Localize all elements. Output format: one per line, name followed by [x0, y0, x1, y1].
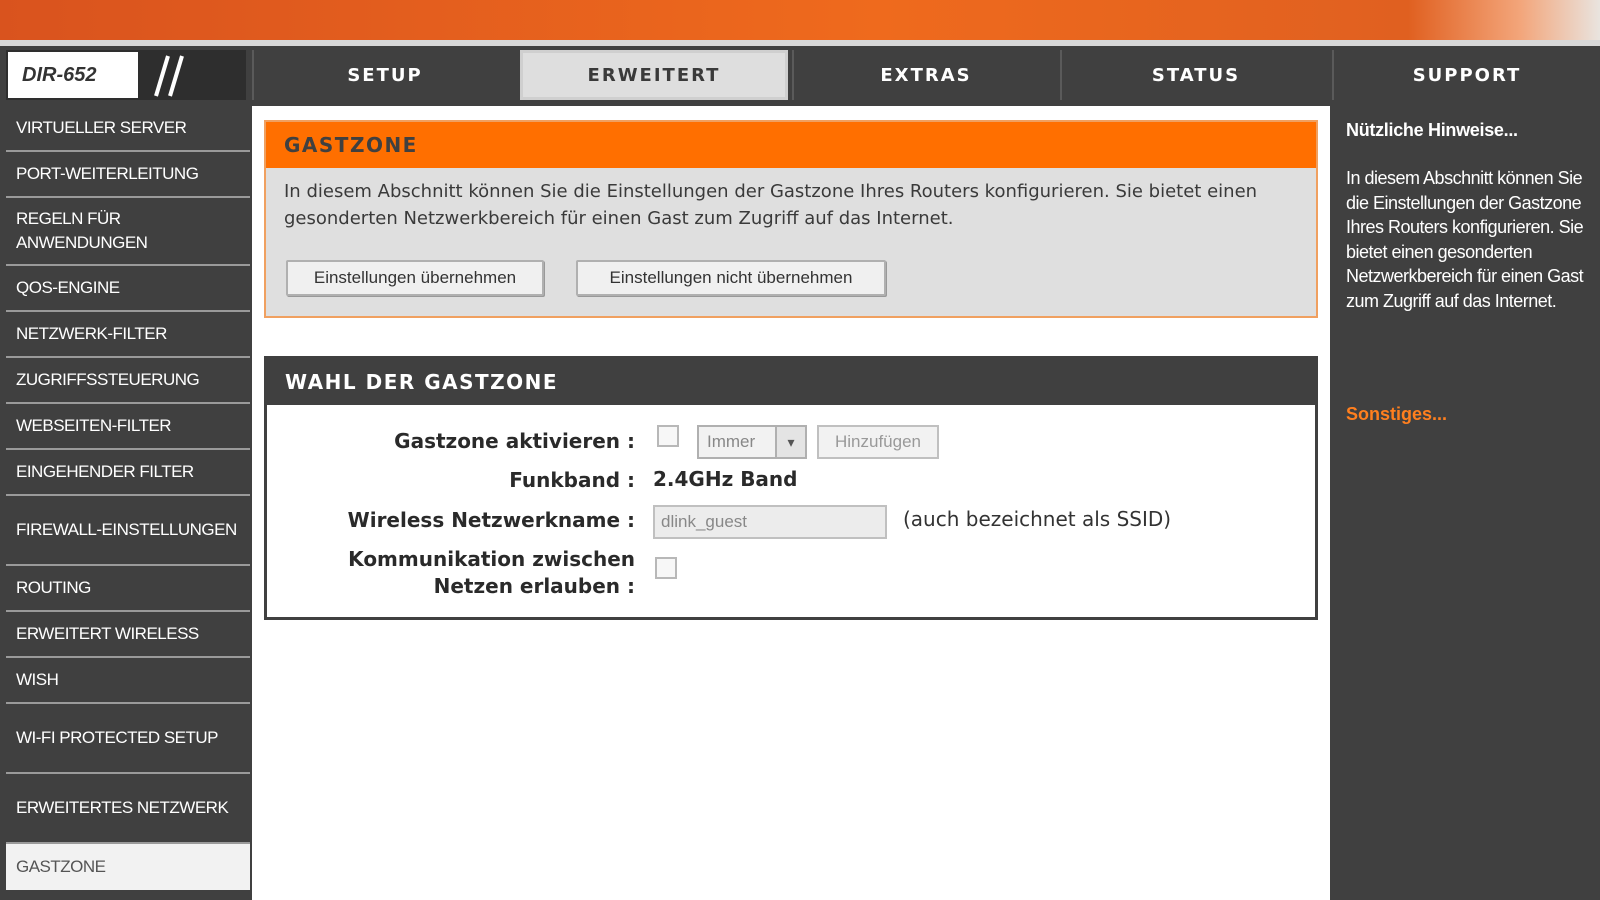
- sidebar-item-wifi-protected-setup[interactable]: WI-FI PROTECTED SETUP: [6, 704, 250, 774]
- band-value: 2.4GHz Band: [653, 467, 798, 491]
- slashes-icon: [154, 55, 184, 97]
- intro-description: In diesem Abschnitt können Sie die Einst…: [284, 181, 1258, 229]
- schedule-select[interactable]: Immer ▾: [697, 425, 807, 459]
- sidebar-item-wish[interactable]: WISH: [6, 658, 250, 704]
- intro-title: GASTZONE: [266, 122, 1316, 168]
- sidebar-item-firewall-einstellungen[interactable]: FIREWALL-EINSTELLUNGEN: [6, 496, 250, 566]
- help-text: In diesem Abschnitt können Sie die Einst…: [1346, 168, 1584, 311]
- ssid-hint: (auch bezeichnet als SSID): [903, 507, 1172, 531]
- tab-support[interactable]: SUPPORT: [1332, 50, 1600, 100]
- sidebar-item-erweitertes-netzwerk[interactable]: ERWEITERTES NETZWERK: [6, 774, 250, 844]
- sidebar: VIRTUELLER SERVER PORT-WEITERLEITUNG REG…: [6, 106, 250, 900]
- header: DIR-652 SETUP ERWEITERT EXTRAS STATUS SU…: [0, 46, 1600, 102]
- guest-zone-title: WAHL DER GASTZONE: [267, 359, 1315, 405]
- communication-label-line2: Netzen erlauben :: [433, 574, 635, 598]
- sidebar-item-port-weiterleitung[interactable]: PORT-WEITERLEITUNG: [6, 152, 250, 198]
- sidebar-item-gastzone[interactable]: GASTZONE: [6, 844, 250, 890]
- tab-erweitert[interactable]: ERWEITERT: [520, 50, 788, 100]
- save-settings-button[interactable]: Einstellungen übernehmen: [286, 260, 544, 296]
- intro-panel: GASTZONE In diesem Abschnitt können Sie …: [264, 120, 1318, 318]
- tab-status[interactable]: STATUS: [1060, 50, 1330, 100]
- sidebar-item-webseiten-filter[interactable]: WEBSEITEN-FILTER: [6, 404, 250, 450]
- help-more-link[interactable]: Sonstiges...: [1346, 404, 1447, 425]
- tab-extras[interactable]: EXTRAS: [792, 50, 1058, 100]
- sidebar-item-erweitert-wireless[interactable]: ERWEITERT WIRELESS: [6, 612, 250, 658]
- sidebar-item-regeln-fuer-anwendungen[interactable]: REGELN FÜR ANWENDUNGEN: [6, 198, 250, 266]
- add-schedule-button[interactable]: Hinzufügen: [817, 425, 939, 459]
- band-label: Funkband :: [509, 468, 635, 492]
- communication-label-line1: Kommunikation zwischen: [348, 547, 635, 571]
- sidebar-item-virtueller-server[interactable]: VIRTUELLER SERVER: [6, 106, 250, 152]
- help-panel: Nützliche Hinweise... In diesem Abschnit…: [1332, 106, 1600, 900]
- sidebar-item-qos-engine[interactable]: QOS-ENGINE: [6, 266, 250, 312]
- main-content: GASTZONE In diesem Abschnitt können Sie …: [252, 106, 1330, 900]
- sidebar-item-eingehender-filter[interactable]: EINGEHENDER FILTER: [6, 450, 250, 496]
- model-name: DIR-652: [8, 52, 138, 98]
- ssid-input[interactable]: [653, 505, 887, 539]
- enable-guest-zone-checkbox[interactable]: [657, 425, 679, 447]
- ssid-label: Wireless Netzwerkname :: [347, 508, 635, 532]
- sidebar-item-zugriffssteuerung[interactable]: ZUGRIFFSSTEUERUNG: [6, 358, 250, 404]
- help-title: Nützliche Hinweise...: [1346, 120, 1518, 140]
- sidebar-item-netzwerk-filter[interactable]: NETZWERK-FILTER: [6, 312, 250, 358]
- tab-setup[interactable]: SETUP: [252, 50, 516, 100]
- model-badge: DIR-652: [6, 50, 246, 100]
- top-brand-bar: [0, 0, 1600, 40]
- guest-zone-panel: WAHL DER GASTZONE Gastzone aktivieren : …: [264, 356, 1318, 620]
- enable-guest-zone-label: Gastzone aktivieren :: [394, 429, 635, 453]
- discard-settings-button[interactable]: Einstellungen nicht übernehmen: [576, 260, 886, 296]
- sidebar-item-routing[interactable]: ROUTING: [6, 566, 250, 612]
- allow-communication-checkbox[interactable]: [655, 557, 677, 579]
- schedule-select-value: Immer: [707, 432, 756, 451]
- chevron-down-icon: ▾: [775, 427, 805, 457]
